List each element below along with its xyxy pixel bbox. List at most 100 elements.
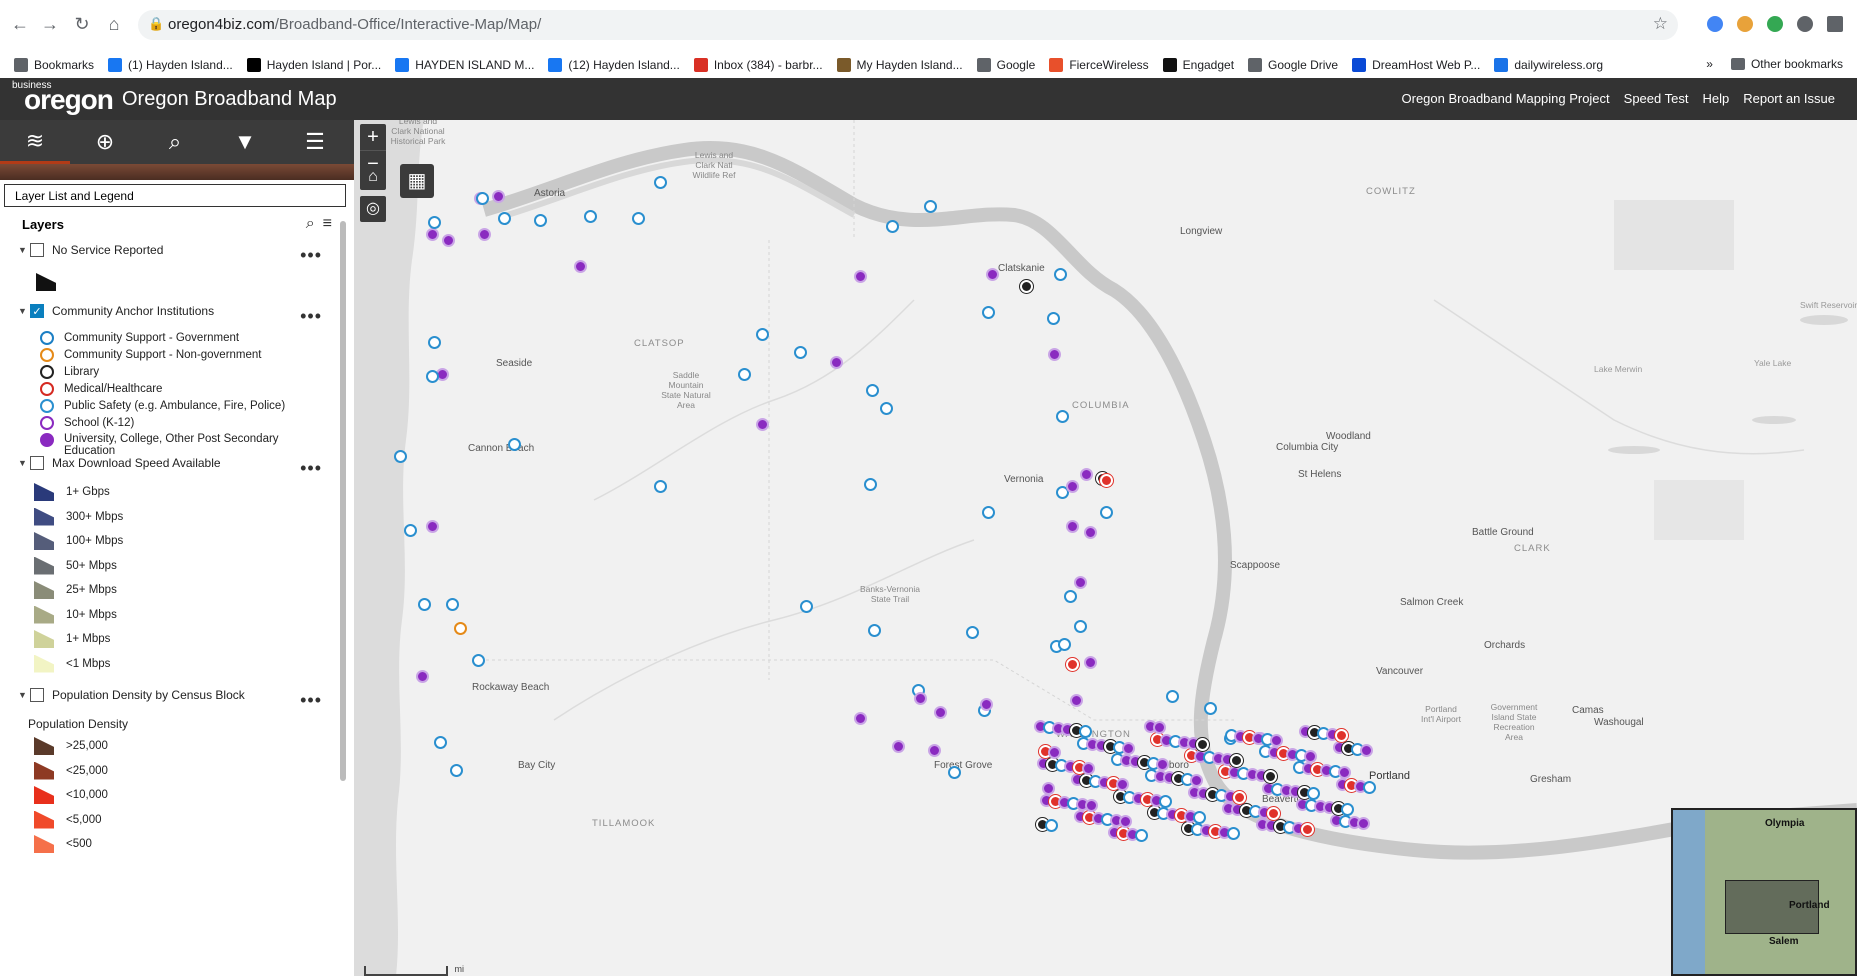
school-marker[interactable] [928,744,941,757]
layers-icon[interactable]: ≋ [0,120,70,164]
public-safety-marker[interactable] [880,402,893,415]
link-mapping-project[interactable]: Oregon Broadband Mapping Project [1402,91,1610,106]
public-safety-marker[interactable] [1056,410,1069,423]
address-bar[interactable]: 🔒 oregon4biz.com/Broadband-Office/Intera… [138,10,1678,40]
public-safety-marker[interactable] [1064,590,1077,603]
public-safety-marker[interactable] [394,450,407,463]
more-options-icon[interactable]: ••• [300,690,322,711]
public-safety-marker[interactable] [866,384,879,397]
public-safety-marker[interactable] [450,764,463,777]
school-marker[interactable] [1338,766,1351,779]
medical-marker[interactable] [1233,791,1246,804]
public-safety-marker[interactable] [418,598,431,611]
school-marker[interactable] [1082,762,1095,775]
public-safety-marker[interactable] [1058,638,1071,651]
school-marker[interactable] [756,418,769,431]
public-safety-marker[interactable] [404,524,417,537]
public-safety-marker[interactable] [1363,781,1376,794]
more-options-icon[interactable]: ••• [300,306,322,327]
reload-icon[interactable]: ↻ [72,14,92,34]
school-marker[interactable] [986,268,999,281]
public-safety-marker[interactable] [864,478,877,491]
public-safety-marker[interactable] [534,214,547,227]
school-marker[interactable] [1116,778,1129,791]
school-marker[interactable] [1074,576,1087,589]
public-safety-marker[interactable] [1159,795,1172,808]
forward-icon[interactable]: → [40,14,60,34]
public-safety-marker[interactable] [868,624,881,637]
school-marker[interactable] [426,228,439,241]
school-marker[interactable] [914,692,927,705]
library-marker[interactable] [1230,754,1243,767]
chevron-down-icon[interactable]: ▼ [18,306,30,316]
public-safety-marker[interactable] [800,600,813,613]
menu-icon[interactable]: ☰ [280,120,350,164]
school-marker[interactable] [1360,744,1373,757]
puzzle-icon[interactable] [1827,16,1843,32]
public-safety-marker[interactable] [446,598,459,611]
search-icon[interactable]: ⌕ [306,215,315,233]
layer-checkbox[interactable] [30,243,44,257]
bookmark-item[interactable]: dailywireless.org [1494,58,1603,72]
zoom-in-icon[interactable]: + [360,124,386,150]
public-safety-marker[interactable] [428,336,441,349]
more-bookmarks-icon[interactable]: » [1706,57,1713,71]
school-marker[interactable] [1085,799,1098,812]
back-icon[interactable]: ← [10,14,30,34]
public-safety-marker[interactable] [476,192,489,205]
school-marker[interactable] [1048,746,1061,759]
overview-map[interactable]: Olympia Portland Salem [1671,808,1857,976]
public-safety-marker[interactable] [886,220,899,233]
school-marker[interactable] [1153,721,1166,734]
layer-checkbox[interactable] [30,688,44,702]
school-marker[interactable] [1066,520,1079,533]
public-safety-marker[interactable] [756,328,769,341]
panel-scrollbar[interactable] [340,221,346,781]
chevron-down-icon[interactable]: ▼ [18,690,30,700]
bookmark-item[interactable]: (12) Hayden Island... [548,58,680,72]
library-marker[interactable] [1196,738,1209,751]
public-safety-marker[interactable] [1135,829,1148,842]
public-safety-marker[interactable] [472,654,485,667]
school-marker[interactable] [1304,750,1317,763]
link-speed-test[interactable]: Speed Test [1624,91,1689,106]
bookmark-item[interactable]: Bookmarks [14,58,94,72]
public-safety-marker[interactable] [982,306,995,319]
bookmark-item[interactable]: Google Drive [1248,58,1338,72]
medical-marker[interactable] [1301,823,1314,836]
public-safety-marker[interactable] [1054,268,1067,281]
school-marker[interactable] [1357,817,1370,830]
bookmark-item[interactable]: (1) Hayden Island... [108,58,233,72]
star-icon[interactable]: ☆ [1653,14,1668,34]
public-safety-marker[interactable] [1193,811,1206,824]
school-marker[interactable] [830,356,843,369]
layer-no-service[interactable]: ▼ No Service Reported [18,243,163,257]
school-marker[interactable] [574,260,587,273]
school-marker[interactable] [492,190,505,203]
school-marker[interactable] [1190,774,1203,787]
link-help[interactable]: Help [1702,91,1729,106]
school-marker[interactable] [1156,758,1169,771]
layer-population-density[interactable]: ▼ Population Density by Census Block [18,688,245,702]
school-marker[interactable] [1070,694,1083,707]
layer-max-download-speed[interactable]: ▼ Max Download Speed Available [18,456,221,470]
public-safety-marker[interactable] [428,216,441,229]
public-safety-marker[interactable] [924,200,937,213]
public-safety-marker[interactable] [794,346,807,359]
bookmark-item[interactable]: DreamHost Web P... [1352,58,1480,72]
extension-icon[interactable] [1797,16,1813,32]
medical-marker[interactable] [1100,474,1113,487]
public-safety-marker[interactable] [654,176,667,189]
school-marker[interactable] [1270,734,1283,747]
school-marker[interactable] [1048,348,1061,361]
school-marker[interactable] [1084,656,1097,669]
more-options-icon[interactable]: ••• [300,245,322,266]
extension-icon[interactable] [1767,16,1783,32]
bookmark-item[interactable]: Inbox (384) - barbr... [693,58,823,72]
public-safety-marker[interactable] [1227,827,1240,840]
school-marker[interactable] [980,698,993,711]
filter-icon[interactable]: ▼ [210,120,280,164]
medical-marker[interactable] [1267,807,1280,820]
school-marker[interactable] [1042,782,1055,795]
school-marker[interactable] [1066,480,1079,493]
